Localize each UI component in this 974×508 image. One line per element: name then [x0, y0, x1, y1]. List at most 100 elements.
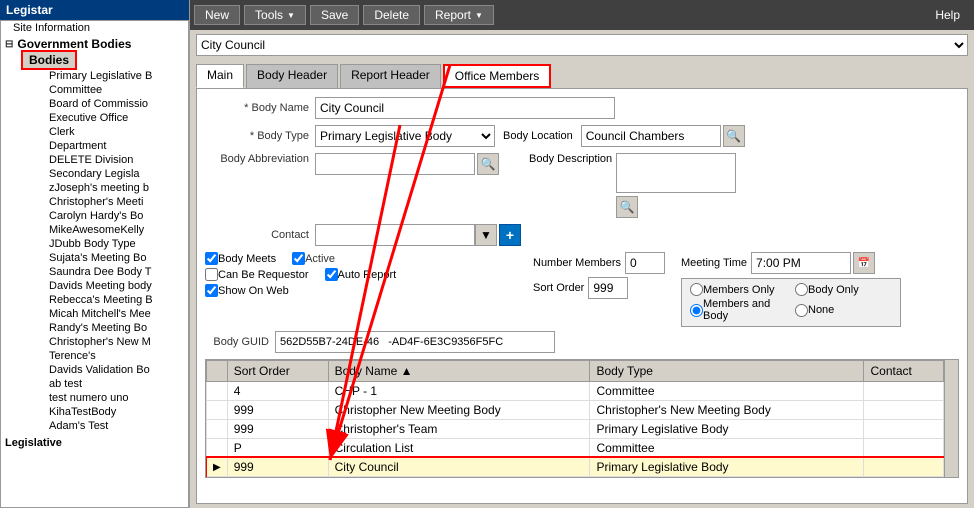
contact-input[interactable] — [315, 224, 475, 246]
sidebar-content: Site Information ⊟ Government Bodies Bod… — [0, 20, 189, 508]
show-on-web-checkbox[interactable] — [205, 284, 218, 297]
body-abbr-label: Body Abbreviation — [205, 153, 315, 165]
body-abbr-input[interactable] — [315, 153, 475, 175]
body-guid-input[interactable] — [275, 331, 555, 353]
can-be-requestor-checkbox[interactable] — [205, 268, 218, 281]
radio-members-only-input[interactable] — [690, 283, 703, 296]
meeting-time-input[interactable] — [751, 252, 851, 274]
sidebar-item-christophers-meet[interactable]: Christopher's Meeti — [33, 195, 184, 209]
table-row[interactable]: 4 CHP - 1 Committee — [207, 382, 944, 401]
sidebar-item-dept[interactable]: Department — [33, 139, 184, 153]
sidebar-item-christophers-new[interactable]: Christopher's New M — [33, 335, 184, 349]
tab-main[interactable]: Main — [196, 64, 244, 88]
table-row[interactable]: P Circulation List Committee — [207, 439, 944, 458]
sidebar-item-terence[interactable]: Terence's — [33, 349, 184, 363]
table-scrollbar[interactable] — [944, 360, 958, 477]
sidebar-item-mike[interactable]: MikeAwesomeKelly — [33, 223, 184, 237]
body-type-select[interactable]: Primary Legislative Body — [315, 125, 495, 147]
sidebar-item-clerk[interactable]: Clerk — [33, 125, 184, 139]
record-selector[interactable]: City Council — [196, 34, 968, 56]
row-arrow-selected: ▶ — [207, 458, 228, 477]
body-name-input[interactable] — [315, 97, 615, 119]
body-name-row: * Body Name — [205, 97, 959, 119]
report-dropdown-arrow: ▼ — [475, 11, 483, 20]
body-meets-checkbox[interactable] — [205, 252, 218, 265]
radio-body-only-label: Body Only — [808, 284, 859, 296]
report-button[interactable]: Report ▼ — [424, 5, 494, 25]
sidebar-item-jdubb[interactable]: JDubb Body Type — [33, 237, 184, 251]
sidebar-item-rebeccas[interactable]: Rebecca's Meeting B — [33, 293, 184, 307]
table-body: 4 CHP - 1 Committee 999 Christopher New — [207, 382, 944, 477]
sidebar-item-kiha[interactable]: KihaTestBody — [33, 405, 184, 419]
toolbar: New Tools ▼ Save Delete Report ▼ Help — [190, 0, 974, 30]
th-body-name[interactable]: Body Name ▲ — [328, 361, 590, 382]
sidebar-item-adams[interactable]: Adam's Test — [33, 419, 184, 433]
table-row-selected[interactable]: ▶ 999 City Council Primary Legislative B… — [207, 458, 944, 477]
sidebar-item-carolyn[interactable]: Carolyn Hardy's Bo — [33, 209, 184, 223]
body-location-input[interactable] — [581, 125, 721, 147]
contact-dropdown-btn[interactable]: ▼ — [475, 224, 497, 246]
gov-bodies-label[interactable]: ⊟ Government Bodies — [5, 37, 184, 51]
tab-office-members[interactable]: Office Members — [443, 64, 551, 88]
th-body-type[interactable]: Body Type — [590, 361, 864, 382]
number-members-input[interactable] — [625, 252, 665, 274]
sidebar: Legistar Site Information ⊟ Government B… — [0, 0, 190, 508]
table-row[interactable]: 999 Christopher New Meeting Body Christo… — [207, 401, 944, 420]
body-name-cell: Christopher New Meeting Body — [328, 401, 590, 420]
body-name-cell: Circulation List — [328, 439, 590, 458]
row-arrow — [207, 401, 228, 420]
tools-dropdown-arrow: ▼ — [287, 11, 295, 20]
sidebar-item-site-info[interactable]: Site Information — [1, 21, 188, 35]
radio-none-label: None — [808, 304, 834, 316]
sidebar-item-delete[interactable]: DELETE Division — [33, 153, 184, 167]
radio-none-input[interactable] — [795, 304, 808, 317]
meeting-time-row: Meeting Time 📅 — [681, 252, 959, 274]
sidebar-sub-items: Primary Legislative B Committee Board of… — [5, 69, 184, 433]
sidebar-item-ab-test[interactable]: ab test — [33, 377, 184, 391]
tab-report-header[interactable]: Report Header — [340, 64, 441, 88]
sidebar-item-legislative[interactable]: Legislative — [1, 435, 188, 451]
tools-button[interactable]: Tools ▼ — [244, 5, 306, 25]
expand-icon: ⊟ — [5, 39, 13, 50]
sidebar-item-zjosephs[interactable]: zJoseph's meeting b — [33, 181, 184, 195]
body-desc-search-btn[interactable]: 🔍 — [616, 196, 638, 218]
sidebar-item-primary-leg[interactable]: Primary Legislative B — [33, 69, 184, 83]
sidebar-item-davids-meeting[interactable]: Davids Meeting body — [33, 279, 184, 293]
auto-report-checkbox[interactable] — [325, 268, 338, 281]
table-row[interactable]: 999 Christopher's Team Primary Legislati… — [207, 420, 944, 439]
sidebar-item-board[interactable]: Board of Commissio — [33, 97, 184, 111]
sidebar-item-saundra[interactable]: Saundra Dee Body T — [33, 265, 184, 279]
bodies-item[interactable]: Bodies — [5, 53, 184, 67]
contact-add-btn[interactable]: + — [499, 224, 521, 246]
contact-label: Contact — [205, 229, 315, 241]
save-button[interactable]: Save — [310, 5, 359, 25]
th-contact[interactable]: Contact — [864, 361, 944, 382]
radio-body-only: Body Only — [795, 283, 892, 296]
body-location-search-btn[interactable]: 🔍 — [723, 125, 745, 147]
sidebar-item-executive[interactable]: Executive Office — [33, 111, 184, 125]
sort-order-cell: 4 — [227, 382, 328, 401]
sort-order-input[interactable] — [588, 277, 628, 299]
body-abbr-search-btn[interactable]: 🔍 — [477, 153, 499, 175]
contact-cell — [864, 458, 944, 477]
sidebar-item-test-numero[interactable]: test numero uno — [33, 391, 184, 405]
radio-members-body-input[interactable] — [690, 304, 703, 317]
sidebar-item-davids-val[interactable]: Davids Validation Bo — [33, 363, 184, 377]
th-sort-order[interactable]: Sort Order — [227, 361, 328, 382]
new-button[interactable]: New — [194, 5, 240, 25]
tab-body-header[interactable]: Body Header — [246, 64, 338, 88]
sidebar-item-randy[interactable]: Randy's Meeting Bo — [33, 321, 184, 335]
sidebar-item-micah[interactable]: Micah Mitchell's Mee — [33, 307, 184, 321]
help-button[interactable]: Help — [925, 6, 970, 24]
body-desc-textarea[interactable] — [616, 153, 736, 193]
sidebar-item-committee[interactable]: Committee — [33, 83, 184, 97]
sidebar-item-sujata[interactable]: Sujata's Meeting Bo — [33, 251, 184, 265]
meeting-time-calendar-btn[interactable]: 📅 — [853, 252, 875, 274]
delete-button[interactable]: Delete — [363, 5, 420, 25]
body-name-cell: CHP - 1 — [328, 382, 590, 401]
active-checkbox[interactable] — [292, 252, 305, 265]
contact-cell — [864, 439, 944, 458]
radio-body-only-input[interactable] — [795, 283, 808, 296]
radio-members-only-label: Members Only — [703, 284, 775, 296]
sidebar-item-secondary[interactable]: Secondary Legisla — [33, 167, 184, 181]
